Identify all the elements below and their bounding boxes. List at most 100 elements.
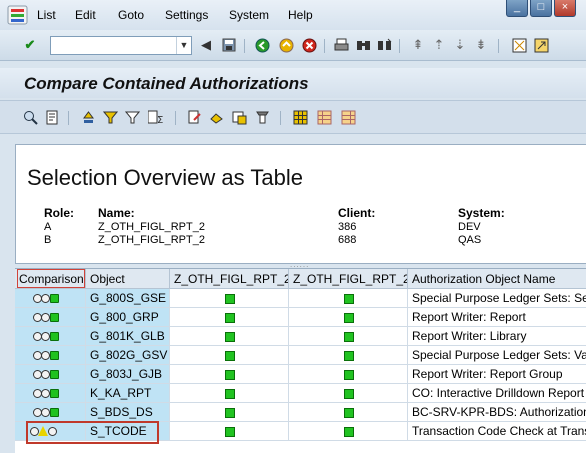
create-session-icon[interactable] — [511, 37, 527, 53]
filter-icon[interactable] — [102, 109, 118, 125]
role-b-status-cell[interactable] — [289, 327, 408, 346]
shortcut-icon[interactable] — [533, 37, 549, 53]
auth-object-name-cell[interactable]: Transaction Code Check at Trans — [408, 422, 586, 441]
object-cell[interactable]: G_800S_GSE — [86, 289, 170, 308]
auth-object-name-cell[interactable]: Special Purpose Ledger Sets: Set — [408, 289, 586, 308]
role-b-status-cell[interactable] — [289, 365, 408, 384]
role-a-status-cell[interactable] — [170, 327, 289, 346]
change-layout-icon[interactable] — [254, 109, 270, 125]
object-cell[interactable]: G_802G_GSV — [86, 346, 170, 365]
green-light-icon — [50, 351, 59, 360]
green-status-icon — [343, 427, 354, 437]
auth-object-name-cell[interactable]: Report Writer: Report Group — [408, 365, 586, 384]
green-status-icon — [343, 313, 354, 323]
comparison-status-cell[interactable] — [15, 308, 86, 327]
find-icon[interactable] — [355, 37, 371, 53]
exit-icon[interactable] — [278, 37, 294, 53]
collapse-icon[interactable] — [340, 109, 356, 125]
grid-icon[interactable] — [292, 109, 308, 125]
comparison-status-cell[interactable] — [15, 327, 86, 346]
auth-object-name-cell[interactable]: CO: Interactive Drilldown Report — [408, 384, 586, 403]
menu-list[interactable]: List — [37, 8, 56, 22]
sap-menu-icon[interactable] — [7, 5, 28, 25]
maximize-button[interactable]: □ — [530, 0, 552, 17]
prev-page-icon[interactable]: ⇡ — [431, 37, 447, 53]
auth-object-name-cell[interactable]: BC-SRV-KPR-BDS: Authorizations — [408, 403, 586, 422]
role-b-status-cell[interactable] — [289, 308, 408, 327]
role-a-status-cell[interactable] — [170, 289, 289, 308]
display-icon[interactable] — [44, 109, 60, 125]
role-a-status-cell[interactable] — [170, 384, 289, 403]
auth-object-name-cell[interactable]: Report Writer: Report — [408, 308, 586, 327]
print-icon[interactable] — [333, 37, 349, 53]
expand-icon[interactable] — [316, 109, 332, 125]
object-cell[interactable]: G_800_GRP — [86, 308, 170, 327]
details-icon[interactable] — [22, 109, 38, 125]
comparison-status-cell[interactable] — [15, 384, 86, 403]
print-preview-icon[interactable] — [208, 109, 224, 125]
green-light-icon — [50, 294, 59, 303]
back-green-icon[interactable] — [254, 37, 270, 53]
layout-icon[interactable] — [231, 109, 247, 125]
menu-settings[interactable]: Settings — [165, 8, 208, 22]
command-input[interactable] — [51, 37, 175, 54]
light-off-icon — [41, 294, 50, 303]
column-header-auth-object-name[interactable]: Authorization Object Name — [408, 269, 586, 289]
green-light-icon — [50, 332, 59, 341]
column-header-object[interactable]: Object — [86, 269, 170, 289]
toolbar-separator — [498, 39, 499, 53]
last-page-icon[interactable]: ⇟ — [473, 37, 489, 53]
menu-bar: List Edit Goto Settings System Help _ □ … — [0, 0, 586, 30]
cancel-icon[interactable] — [301, 37, 317, 53]
find-next-icon[interactable] — [376, 37, 392, 53]
chevron-down-icon[interactable]: ▼ — [176, 37, 191, 54]
set-filter-icon[interactable] — [124, 109, 140, 125]
role-a-status-cell[interactable] — [170, 346, 289, 365]
green-status-icon — [343, 408, 354, 418]
toolbar-separator — [280, 111, 281, 125]
green-status-icon — [224, 389, 235, 399]
toolbar-separator — [244, 39, 245, 53]
application-toolbar: Σ — [0, 100, 586, 134]
comparison-status-cell[interactable] — [15, 346, 86, 365]
role-b-status-cell[interactable] — [289, 384, 408, 403]
sum-icon[interactable]: Σ — [148, 109, 164, 125]
back-icon[interactable]: ◀ — [198, 37, 214, 53]
client-value: 386 — [338, 221, 357, 233]
object-cell[interactable]: G_803J_GJB — [86, 365, 170, 384]
role-b-status-cell[interactable] — [289, 289, 408, 308]
splitter-handle[interactable]: ...... — [290, 261, 310, 269]
menu-system[interactable]: System — [229, 8, 269, 22]
comparison-status-cell[interactable] — [15, 289, 86, 308]
enter-icon[interactable]: ✔ — [22, 37, 38, 53]
page-title: Compare Contained Authorizations — [24, 74, 309, 93]
object-cell[interactable]: K_KA_RPT — [86, 384, 170, 403]
role-a-status-cell[interactable] — [170, 365, 289, 384]
close-window-button[interactable]: × — [554, 0, 576, 17]
auth-object-name-cell[interactable]: Report Writer: Library — [408, 327, 586, 346]
column-header-role-a[interactable]: Z_OTH_FIGL_RPT_2 — [170, 269, 289, 289]
role-a-status-cell[interactable] — [170, 308, 289, 327]
sort-asc-icon[interactable] — [80, 109, 96, 125]
export-icon[interactable] — [186, 109, 202, 125]
role-b-status-cell[interactable] — [289, 422, 408, 441]
auth-object-name-cell[interactable]: Special Purpose Ledger Sets: Var — [408, 346, 586, 365]
comparison-status-cell[interactable] — [15, 403, 86, 422]
minimize-button[interactable]: _ — [506, 0, 528, 17]
first-page-icon[interactable]: ⇞ — [410, 37, 426, 53]
name-label: Name: — [98, 206, 135, 220]
object-cell[interactable]: G_801K_GLB — [86, 327, 170, 346]
menu-help[interactable]: Help — [288, 8, 313, 22]
save-icon[interactable] — [221, 37, 237, 53]
command-field[interactable]: ▼ — [50, 36, 192, 55]
menu-goto[interactable]: Goto — [118, 8, 144, 22]
role-a-status-cell[interactable] — [170, 422, 289, 441]
object-cell[interactable]: S_BDS_DS — [86, 403, 170, 422]
role-b-status-cell[interactable] — [289, 403, 408, 422]
column-header-role-b[interactable]: Z_OTH_FIGL_RPT_2 — [289, 269, 408, 289]
role-a-status-cell[interactable] — [170, 403, 289, 422]
menu-edit[interactable]: Edit — [75, 8, 96, 22]
comparison-status-cell[interactable] — [15, 365, 86, 384]
next-page-icon[interactable]: ⇣ — [452, 37, 468, 53]
role-b-status-cell[interactable] — [289, 346, 408, 365]
